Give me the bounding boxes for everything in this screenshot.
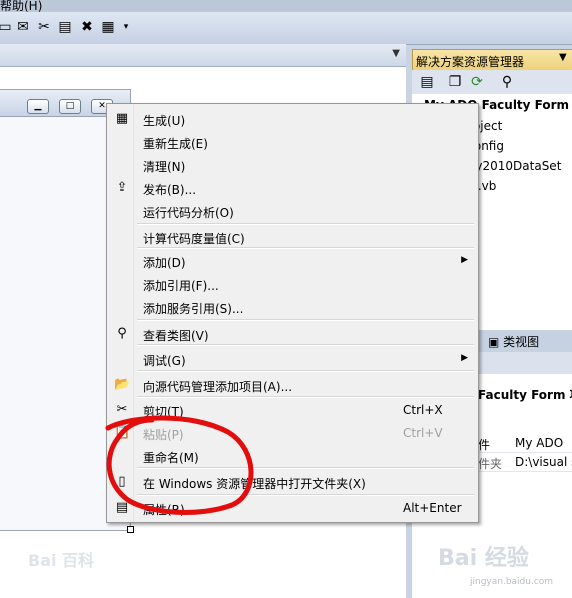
menu-item[interactable]: 计算代码度量值(C) [107, 226, 478, 248]
menu-item-label: 计算代码度量值(C) [143, 232, 245, 246]
menu-help[interactable]: 帮助(H) [0, 0, 42, 12]
tools-icon[interactable]: ✂ [35, 18, 53, 36]
menu-item-label: 剪切(T) [143, 405, 184, 419]
menu-item-label: 生成(U) [143, 114, 186, 128]
menu-item[interactable]: ✂ 剪切(T) Ctrl+X [107, 399, 478, 421]
menu-separator [137, 396, 474, 398]
menu-item-shortcut: Ctrl+X [403, 403, 443, 417]
class-diagram-icon: ⚲ [117, 326, 127, 341]
paste-icon: 📋 [114, 425, 131, 440]
menu-item-label: 重新生成(E) [143, 137, 208, 151]
menu-separator [137, 370, 474, 372]
watermark-baike: Bai 百科 [28, 551, 95, 570]
show-files-icon[interactable]: ❐ [446, 73, 464, 91]
email-icon[interactable]: ✉ [14, 18, 32, 36]
scissors-icon: ✂ [116, 402, 128, 417]
cards-icon[interactable]: ▤ [56, 18, 74, 36]
menu-separator [137, 223, 474, 225]
menu-item[interactable]: ▤ 属性(R) Alt+Enter [107, 497, 478, 519]
menu-item[interactable]: 📂 向源代码管理添加项目(A)... [107, 374, 478, 396]
menu-item[interactable]: ⚲ 查看类图(V) [107, 323, 478, 345]
menu-item-label: 运行代码分析(O) [143, 206, 234, 220]
delete-icon[interactable]: ✖ [78, 18, 96, 36]
toolbar: ▭ ✉ ✂ ▤ ✖ ▦ ▾ [0, 12, 572, 45]
menu-item[interactable]: 运行代码分析(O) [107, 200, 478, 222]
window-icon[interactable]: ▭ [0, 18, 14, 36]
menu-item[interactable]: 添加服务引用(S)... [107, 296, 478, 318]
tab-class-view[interactable]: ▣ 类视图 [488, 333, 539, 350]
form-icon[interactable]: ▦ [99, 18, 117, 36]
menu-item-label: 添加引用(F)... [143, 279, 219, 293]
folder-add-icon: 📂 [114, 377, 131, 392]
menu-item-shortcut: Ctrl+V [403, 426, 443, 440]
menu-item[interactable]: 调试(G) ▶ [107, 348, 478, 370]
chevron-down-icon[interactable]: ▼ [559, 52, 567, 63]
chevron-down-icon[interactable]: ▾ [117, 18, 135, 36]
menu-item[interactable]: ⇪ 发布(B)... [107, 177, 478, 199]
menu-item-label: 属性(R) [143, 503, 185, 517]
menu-item[interactable]: ▦ 生成(U) [107, 108, 478, 130]
context-menu: ▦ 生成(U) 重新生成(E) 清理(N) ⇪ 发布(B)... 运行代码分析(O) 计算代码… [106, 103, 479, 523]
resize-handle[interactable] [127, 526, 134, 533]
properties-icon: ▤ [115, 500, 129, 515]
properties-title: Faculty Form 项 [478, 388, 572, 402]
publish-icon: ⇪ [116, 180, 128, 195]
watermark-jingyan: Bai 经验 [438, 546, 529, 571]
menu-item[interactable]: 重命名(M) [107, 445, 478, 467]
menu-item-label: 发布(B)... [143, 183, 197, 197]
solution-explorer-toolbar: ▤ ❐ ⟳ ⚲ [412, 70, 572, 95]
menu-item[interactable]: 重新生成(E) [107, 131, 478, 153]
menu-item-label: 向源代码管理添加项目(A)... [143, 380, 293, 394]
build-icon: ▦ [115, 111, 129, 126]
class-diagram-icon[interactable]: ⚲ [498, 73, 516, 91]
chevron-down-icon[interactable]: ▼ [392, 48, 400, 59]
editor-tab-strip: ▼ [0, 44, 406, 67]
menu-item[interactable]: 清理(N) [107, 154, 478, 176]
menu-item-label: 查看类图(V) [143, 329, 209, 343]
minimize-icon[interactable]: ▁ [27, 99, 49, 114]
watermark-url: jingyan.baidu.com [470, 577, 554, 587]
class-view-icon: ▣ [488, 335, 500, 349]
menu-item-label: 重命名(M) [143, 451, 199, 465]
menu-separator [137, 467, 474, 469]
menu-item-label: 粘贴(P) [143, 428, 184, 442]
menu-item-label: 添加(D) [143, 256, 186, 270]
menu-item-label: 添加服务引用(S)... [143, 302, 244, 316]
menu-item-shortcut: Alt+Enter [403, 501, 462, 515]
menu-bar: 帮助(H) [0, 0, 572, 12]
menu-item[interactable]: 添加(D) ▶ [107, 250, 478, 272]
maximize-icon[interactable]: □ [59, 99, 81, 114]
menu-item[interactable]: ▯ 在 Windows 资源管理器中打开文件夹(X) [107, 471, 478, 493]
menu-item: 📋 粘贴(P) Ctrl+V [107, 422, 478, 444]
refresh-icon[interactable]: ⟳ [468, 73, 486, 91]
menu-item-label: 调试(G) [143, 354, 186, 368]
open-folder-icon: ▯ [118, 474, 126, 489]
solution-explorer-title: 解决方案资源管理器 ▼ [412, 49, 572, 71]
submenu-arrow-icon: ▶ [461, 255, 468, 265]
submenu-arrow-icon: ▶ [461, 353, 468, 363]
menu-separator [137, 494, 474, 496]
menu-separator [137, 319, 474, 321]
menu-item-label: 清理(N) [143, 160, 186, 174]
menu-item-label: 在 Windows 资源管理器中打开文件夹(X) [143, 477, 366, 491]
menu-item[interactable]: 添加引用(F)... [107, 273, 478, 295]
properties-icon[interactable]: ▤ [418, 73, 436, 91]
